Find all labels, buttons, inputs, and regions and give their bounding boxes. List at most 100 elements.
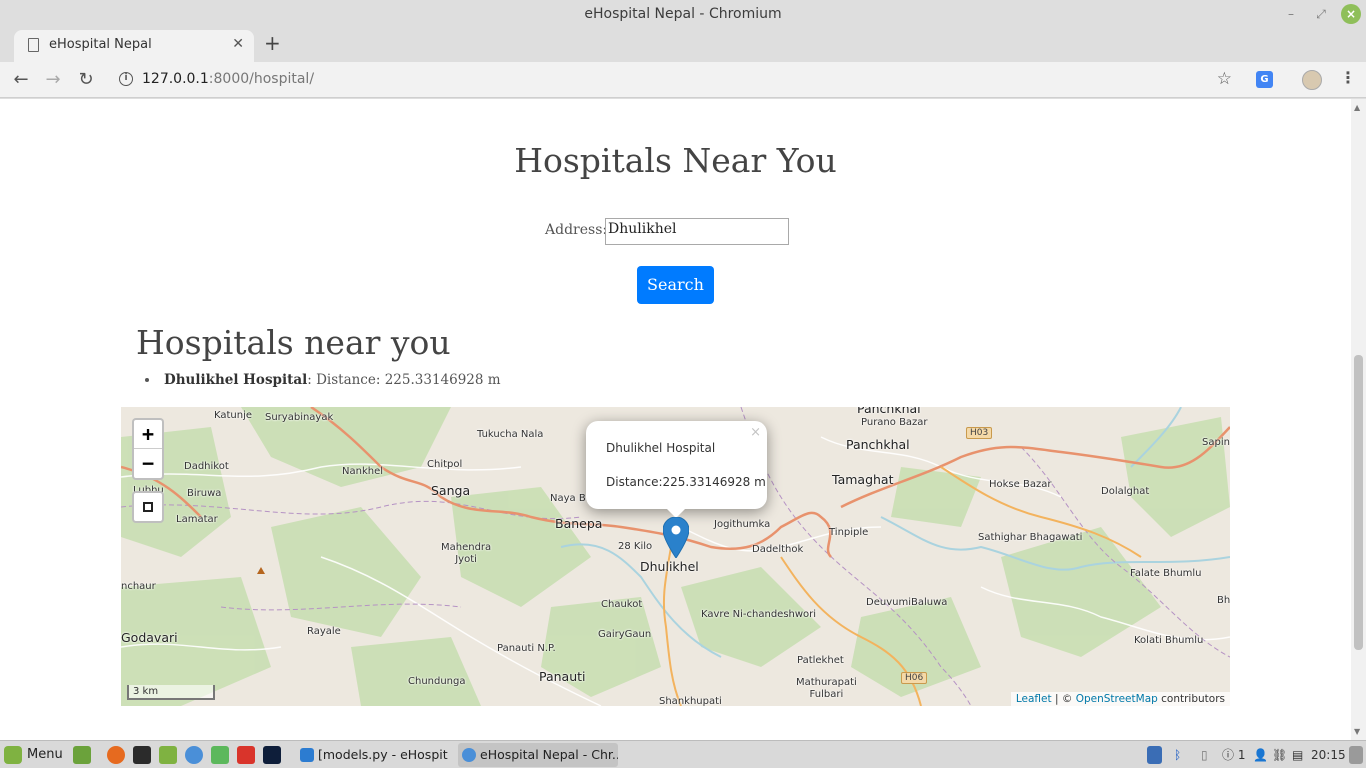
terminal-icon[interactable]	[133, 746, 151, 764]
popup-distance: Distance:225.33146928 m	[606, 475, 766, 489]
map-label: Chundunga	[408, 676, 466, 687]
chromium-icon[interactable]	[185, 746, 203, 764]
map-label: Kolati Bhumlu	[1134, 635, 1204, 646]
map-label: Mathurapati Fulbari	[796, 677, 857, 700]
map-marker-icon[interactable]	[663, 517, 689, 558]
map-label: Shankhupati	[659, 696, 722, 706]
url-text[interactable]: 127.0.0.1:8000/hospital/	[142, 71, 314, 87]
bookmark-star-icon[interactable]: ☆	[1217, 69, 1232, 89]
address-label: Address:	[545, 222, 608, 238]
calc-icon[interactable]	[211, 746, 229, 764]
window-titlebar: eHospital Nepal - Chromium – ⤢ ×	[0, 0, 1366, 28]
map-label: Godavari	[121, 630, 178, 645]
map-label: Saping	[1202, 437, 1230, 448]
map-label: Suryabinayak	[265, 412, 334, 423]
zoom-in-button[interactable]: +	[134, 420, 162, 449]
map-label: Tinpiple	[829, 527, 869, 538]
taskbar-window-vscode[interactable]: [models.py - eHospit...	[296, 743, 448, 767]
user-icon[interactable]: 👤	[1253, 745, 1268, 765]
map-label: Hokse Bazar	[989, 479, 1052, 490]
map-label: Jogithumka	[714, 519, 771, 530]
photoshop-icon[interactable]	[263, 746, 281, 764]
map-label: GairyGaun	[598, 629, 652, 640]
map-label: Katunje	[214, 410, 253, 421]
map-label: Mahendra Jyoti	[441, 542, 492, 565]
map-label: Dadhikot	[184, 461, 229, 472]
map-label: Rayale	[307, 626, 341, 637]
map-label: Dadelthok	[752, 544, 804, 555]
mint-logo-icon	[4, 745, 22, 764]
popup-close-icon[interactable]: ×	[750, 425, 761, 440]
map-label: Sathighar Bhagawati	[978, 532, 1083, 543]
page-title: Hospitals Near You	[514, 141, 837, 180]
zoom-out-button[interactable]: −	[134, 449, 162, 478]
start-menu-button[interactable]: Menu	[4, 745, 63, 765]
map-label: Sanga	[431, 483, 471, 498]
tab-close-icon[interactable]: ✕	[232, 36, 244, 52]
hospital-name: Dhulikhel Hospital	[164, 372, 308, 388]
chromium-icon	[462, 748, 476, 762]
firefox-icon[interactable]	[107, 746, 125, 764]
tab-strip: eHospital Nepal ✕ +	[0, 28, 1366, 62]
site-info-icon[interactable]: i	[119, 72, 133, 86]
clock[interactable]: 20:15	[1311, 745, 1346, 765]
page-viewport: Hospitals Near You Address: Dhulikhel Se…	[0, 99, 1366, 740]
scroll-up-icon[interactable]: ▲	[1354, 103, 1360, 112]
profile-avatar[interactable]	[1302, 70, 1322, 90]
map-label: 28 Kilo	[618, 541, 653, 552]
map-label: nchaur	[121, 581, 156, 592]
notification-count[interactable]: ⓘ 1	[1222, 745, 1245, 765]
map-label: Purano Bazar	[861, 417, 928, 428]
leaflet-link[interactable]: Leaflet	[1016, 693, 1052, 705]
scroll-down-icon[interactable]: ▼	[1354, 727, 1360, 736]
results-list: Dhulikhel Hospital: Distance: 225.331469…	[160, 372, 501, 388]
taskbar: Menu [models.py - eHospit... eHospital N…	[0, 740, 1366, 768]
results-heading: Hospitals near you	[136, 323, 451, 362]
tab-title: eHospital Nepal	[49, 37, 152, 52]
map-label: Nankhel	[342, 466, 384, 477]
road-badge: H03	[966, 427, 993, 439]
translate-icon[interactable]: G	[1256, 71, 1273, 88]
address-bar[interactable]: i 127.0.0.1:8000/hospital/ ☆	[110, 66, 1246, 94]
scrollbar-thumb[interactable]	[1354, 355, 1363, 650]
map-label: Biruwa	[187, 488, 222, 499]
map-label: Panchkhal	[846, 437, 910, 452]
map-scale: 3 km	[127, 685, 215, 700]
bluetooth-icon[interactable]: ᛒ	[1174, 745, 1181, 765]
maximize-button[interactable]: ⤢	[1311, 4, 1331, 24]
back-button[interactable]: ←	[9, 68, 33, 92]
reload-button[interactable]: ↻	[74, 68, 98, 92]
show-desktop-icon[interactable]	[73, 746, 91, 764]
page-scrollbar[interactable]: ▲ ▼	[1351, 99, 1366, 740]
map-label: Falate Bhumlu	[1130, 568, 1202, 579]
shield-icon[interactable]	[1147, 746, 1162, 764]
browser-tab[interactable]: eHospital Nepal ✕	[14, 30, 254, 62]
map-label: Lamatar	[176, 514, 218, 525]
vscode-icon	[300, 748, 314, 762]
workspace-icon[interactable]	[1349, 746, 1363, 764]
fullscreen-button[interactable]	[132, 491, 164, 523]
map-label: Panauti	[539, 669, 586, 684]
files-icon[interactable]	[159, 746, 177, 764]
map-label: Tamaghat	[832, 472, 894, 487]
clipboard-icon[interactable]: ▤	[1292, 745, 1303, 765]
map[interactable]: Katunje Suryabinayak Tukucha Nala Panchk…	[121, 407, 1230, 706]
map-label: Dolalghat	[1101, 486, 1150, 497]
osm-link[interactable]: OpenStreetMap	[1076, 693, 1158, 705]
network-icon[interactable]: ⛓	[1272, 745, 1287, 765]
popup-hospital-name: Dhulikhel Hospital	[606, 441, 716, 455]
taskbar-window-chromium[interactable]: eHospital Nepal - Chr...	[458, 743, 618, 767]
battery-icon[interactable]: ▯	[1201, 745, 1208, 765]
map-label: Chaukot	[601, 599, 643, 610]
forward-button[interactable]: →	[41, 68, 65, 92]
browser-menu-icon[interactable]: ⋮	[1340, 68, 1356, 87]
app-icon[interactable]	[237, 746, 255, 764]
map-label: DeuvumiBaluwa	[866, 597, 948, 608]
minimize-button[interactable]: –	[1281, 4, 1301, 24]
search-button[interactable]: Search	[637, 266, 714, 304]
address-input[interactable]: Dhulikhel	[605, 218, 789, 245]
new-tab-button[interactable]: +	[264, 31, 281, 55]
map-popup: × Dhulikhel Hospital Distance:225.331469…	[586, 421, 767, 509]
map-label: Panauti N.P.	[497, 643, 556, 654]
close-window-button[interactable]: ×	[1341, 4, 1361, 24]
